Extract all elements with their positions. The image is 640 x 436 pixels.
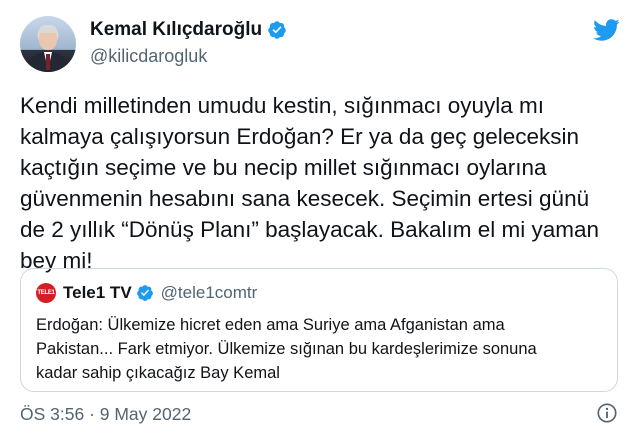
quoted-display-name: Tele1 TV [63, 283, 132, 302]
author-handle[interactable]: @kilicdarogluk [90, 46, 207, 67]
avatar-hair [39, 25, 57, 33]
quoted-avatar: TELE1 [36, 283, 56, 303]
quoted-tweet-text: Erdoğan: Ülkemize hicret eden ama Suriye… [36, 316, 537, 382]
twitter-bird-icon[interactable] [592, 16, 620, 44]
avatar-tie [46, 54, 50, 70]
quoted-verified-badge-icon [136, 285, 153, 301]
author-avatar[interactable] [20, 16, 76, 72]
tweet-text: Kendi milletinden umudu kestin, sığınmac… [20, 93, 599, 273]
tweet-card: Kemal Kılıçdaroğlu @kilicdarogluk Kendi … [0, 0, 640, 436]
quoted-tweet[interactable]: TELE1 Tele1 TV @tele1comtr Erdoğan: Ülke… [20, 268, 618, 392]
verified-badge-icon [268, 21, 286, 39]
quoted-tweet-header: TELE1 Tele1 TV @tele1comtr [36, 283, 257, 303]
tweet-timestamp[interactable]: ÖS 3:56 · 9 May 2022 [20, 404, 191, 425]
author-name-row: Kemal Kılıçdaroğlu [90, 19, 287, 41]
info-icon[interactable] [596, 402, 618, 424]
quoted-handle: @tele1comtr [160, 283, 258, 302]
author-display-name[interactable]: Kemal Kılıçdaroğlu [90, 19, 262, 41]
